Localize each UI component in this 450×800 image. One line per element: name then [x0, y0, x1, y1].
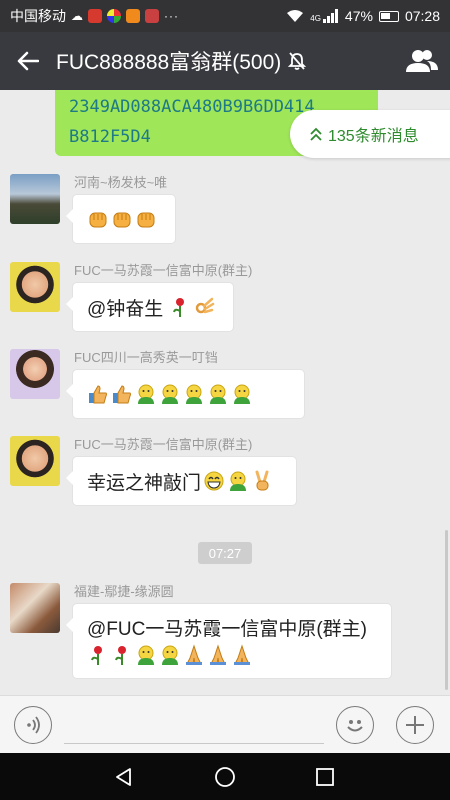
message-text: @FUC一马苏霞一信富中原(群主): [87, 619, 367, 640]
message-bubble[interactable]: @FUC一马苏霞一信富中原(群主): [66, 603, 392, 679]
new-messages-label: 135条新消息: [328, 128, 419, 145]
smiley-icon: [347, 720, 363, 732]
pray-emoji-icon: [207, 644, 229, 666]
square-recent-icon: [316, 768, 334, 786]
fist-emoji-icon: [135, 208, 157, 230]
voice-icon: [27, 716, 40, 734]
thumbs-up-emoji-icon: [111, 383, 133, 405]
thumbs-up-emoji-icon: [87, 383, 109, 405]
sender-name: 河南~杨发枝~唯: [74, 175, 168, 190]
avatar[interactable]: [10, 174, 60, 224]
avatar[interactable]: [10, 349, 60, 399]
plus-icon: [406, 716, 424, 734]
chat-scrollbar[interactable]: [445, 530, 448, 690]
emoji-row: [87, 644, 255, 666]
signal-icon: [322, 9, 338, 23]
green-face-emoji-icon: [183, 383, 205, 405]
cloud-icon: ☁: [71, 9, 83, 23]
app-notification-icon: [145, 9, 159, 23]
green-face-emoji-icon: [135, 383, 157, 405]
app-notification-icon: [107, 9, 121, 23]
emoji-button[interactable]: [336, 706, 374, 744]
sender-name: 福建-鄢捷-缘源圆: [74, 584, 174, 599]
more-notifications-icon: ···: [164, 9, 179, 23]
arrow-left-icon: [17, 51, 39, 71]
nav-home-button[interactable]: [213, 765, 237, 789]
avatar[interactable]: [10, 583, 60, 633]
green-face-emoji-icon: [207, 383, 229, 405]
green-face-emoji-icon: [159, 644, 181, 666]
status-bar: 中国移动 ☁ ··· 4G 47% 07:28: [0, 0, 450, 32]
grin-emoji-icon: [203, 470, 225, 492]
wifi-icon: [287, 10, 304, 22]
avatar[interactable]: [10, 262, 60, 312]
message-list[interactable]: 2349AD088ACA480B9B6DD414 B812F5D4 135条新消…: [0, 90, 450, 695]
green-face-emoji-icon: [159, 383, 181, 405]
input-bar: [0, 695, 450, 753]
battery-icon: [378, 10, 399, 22]
time-divider: 07:27: [198, 542, 252, 564]
group-icon: [406, 50, 438, 72]
system-nav-bar: [0, 753, 450, 800]
message-bubble[interactable]: 幸运之神敲门: [66, 456, 297, 506]
sender-name: FUC一马苏霞一信富中原(群主): [74, 263, 253, 278]
new-messages-button[interactable]: 135条新消息: [290, 110, 450, 158]
fist-emoji-icon: [111, 208, 133, 230]
avatar[interactable]: [10, 436, 60, 486]
rose-emoji-icon: [169, 296, 191, 318]
rose-emoji-icon: [111, 644, 133, 666]
clock: 07:28: [404, 8, 440, 24]
carrier-label: 中国移动: [10, 8, 66, 24]
green-face-emoji-icon: [135, 644, 157, 666]
nav-recent-button[interactable]: [313, 765, 337, 789]
circle-home-icon: [215, 767, 235, 787]
back-button[interactable]: [0, 32, 56, 90]
chat-header: FUC888888富翁群(500): [0, 32, 450, 90]
green-face-emoji-icon: [231, 383, 253, 405]
bell-off-icon: [288, 52, 307, 70]
double-chevron-up-icon: [310, 127, 322, 141]
green-face-emoji-icon: [227, 470, 249, 492]
pray-emoji-icon: [183, 644, 205, 666]
fist-emoji-icon: [87, 208, 109, 230]
sender-name: FUC一马苏霞一信富中原(群主): [74, 437, 253, 452]
group-name: FUC888888富翁群(500): [56, 51, 282, 74]
pray-emoji-icon: [231, 644, 253, 666]
message-text: @钟奋生: [87, 298, 164, 320]
app-notification-icon: [88, 9, 102, 23]
ok-hand-emoji-icon: [193, 296, 215, 318]
network-label: 4G: [310, 14, 321, 23]
app-notification-icon: [126, 9, 140, 23]
voice-input-button[interactable]: [14, 706, 52, 744]
sender-name: FUC四川一高秀英一叮铛: [74, 350, 218, 365]
message-text: 幸运之神敲门: [87, 472, 202, 494]
triangle-back-icon: [116, 768, 131, 786]
battery-percent: 47%: [344, 8, 373, 24]
nav-back-button[interactable]: [112, 765, 136, 789]
message-input[interactable]: [64, 708, 324, 744]
message-bubble[interactable]: @钟奋生: [66, 282, 234, 332]
more-functions-button[interactable]: [396, 706, 434, 744]
chat-title: FUC888888富翁群(500): [56, 46, 394, 76]
rose-emoji-icon: [87, 644, 109, 666]
victory-emoji-icon: [251, 470, 273, 492]
group-members-button[interactable]: [394, 32, 450, 90]
message-bubble[interactable]: [66, 194, 176, 244]
message-bubble[interactable]: [66, 369, 305, 419]
